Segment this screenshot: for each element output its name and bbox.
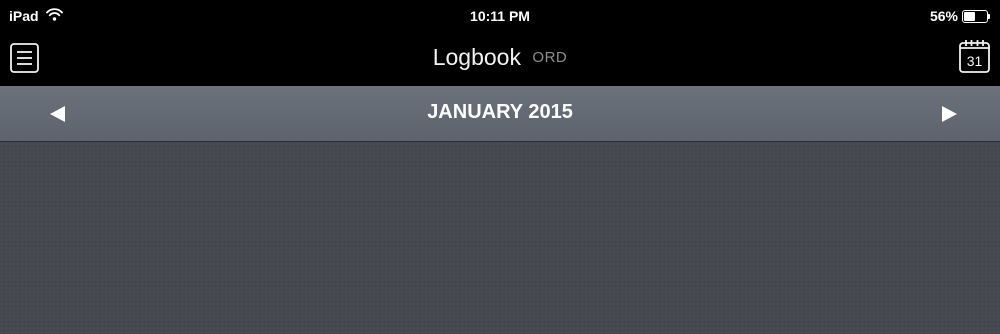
battery-level-fill — [964, 11, 975, 21]
nav-bar: Logbook ORD 31 — [0, 34, 1000, 86]
logbook-content-area — [0, 142, 1000, 334]
triangle-right-icon — [942, 106, 957, 122]
nav-title-group: Logbook ORD — [0, 44, 1000, 71]
battery-icon — [962, 9, 990, 23]
calendar-button[interactable]: 31 — [959, 39, 990, 73]
page-title: Logbook — [432, 44, 521, 70]
month-bar: JANUARY 2015 — [0, 86, 1000, 142]
status-right: 56% — [930, 8, 990, 24]
month-label: JANUARY 2015 — [427, 101, 573, 123]
airport-code: ORD — [532, 49, 568, 66]
status-time: 10:11 PM — [470, 8, 530, 24]
status-bar: iPad 10:11 PM 56% — [0, 0, 1000, 34]
calendar-day: 31 — [967, 53, 983, 69]
battery-percent: 56% — [929, 8, 958, 24]
calendar-icon: 31 — [959, 40, 990, 73]
next-month-button[interactable] — [938, 103, 960, 125]
